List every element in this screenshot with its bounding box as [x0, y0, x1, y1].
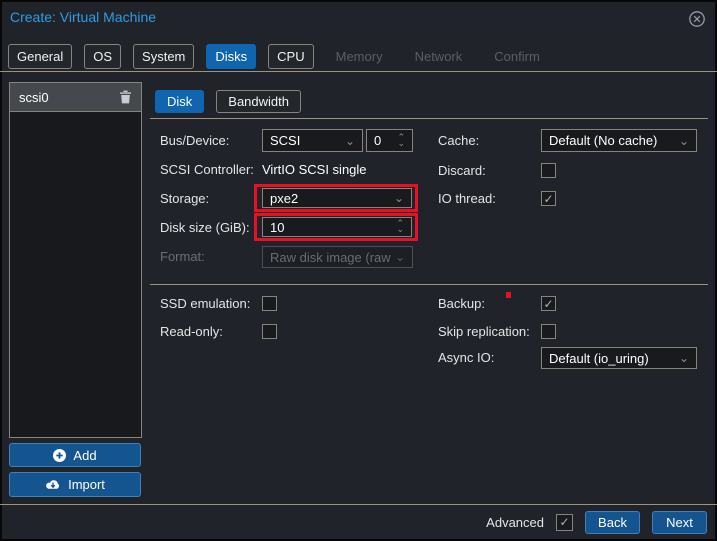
backup-checkbox[interactable]: ✓	[541, 296, 556, 311]
subtab-separator	[150, 118, 708, 119]
dialog-title: Create: Virtual Machine	[10, 9, 156, 25]
cache-combo[interactable]: Default (No cache) ⌄	[541, 129, 697, 152]
cache-label: Cache:	[438, 130, 479, 152]
read-only-checkbox[interactable]	[262, 324, 277, 339]
ssd-emulation-label: SSD emulation:	[160, 293, 250, 315]
disk-size-stepper[interactable]: 10 ⌃⌄	[262, 217, 412, 237]
async-io-combo[interactable]: Default (io_uring) ⌄	[541, 347, 697, 369]
read-only-label: Read-only:	[160, 321, 223, 343]
chevron-down-icon: ⌄	[395, 252, 405, 262]
tab-system[interactable]: System	[133, 44, 194, 69]
ssd-emulation-checkbox[interactable]	[262, 296, 277, 311]
add-disk-button[interactable]: Add	[9, 443, 141, 467]
chevron-down-icon: ⌄	[679, 353, 689, 363]
back-button[interactable]: Back	[585, 511, 640, 534]
tab-memory: Memory	[326, 45, 393, 68]
tab-network: Network	[405, 45, 473, 68]
chevron-down-icon: ⌄	[679, 136, 689, 146]
tab-os[interactable]: OS	[84, 44, 121, 69]
import-button-label: Import	[68, 477, 105, 492]
bus-device-label: Bus/Device:	[160, 130, 229, 152]
footer-bar: Advanced ✓ Back Next	[486, 510, 707, 534]
tab-disks[interactable]: Disks	[206, 44, 256, 69]
io-thread-checkbox[interactable]: ✓	[541, 191, 556, 206]
disk-size-label: Disk size (GiB):	[160, 217, 250, 239]
trash-icon[interactable]	[119, 90, 132, 104]
tab-confirm: Confirm	[484, 45, 550, 68]
tab-cpu[interactable]: CPU	[268, 44, 313, 69]
tab-general[interactable]: General	[8, 44, 72, 69]
plus-circle-icon	[53, 449, 66, 462]
bus-combo[interactable]: SCSI ⌄	[262, 129, 363, 152]
header-separator	[0, 71, 717, 72]
disk-item-label: scsi0	[19, 90, 49, 105]
chevron-down-icon: ⌄	[345, 136, 355, 146]
discard-label: Discard:	[438, 160, 486, 182]
scsi-controller-value: VirtIO SCSI single	[262, 159, 367, 181]
backup-label: Backup:	[438, 293, 485, 315]
cloud-import-icon	[45, 479, 61, 491]
tab-bandwidth[interactable]: Bandwidth	[216, 90, 301, 113]
disk-list-panel: scsi0	[9, 82, 142, 438]
format-label: Format:	[160, 246, 205, 268]
dirty-field-marker	[506, 292, 511, 298]
spinner-arrows-icon: ⌃⌄	[397, 135, 405, 147]
discard-checkbox[interactable]	[541, 163, 556, 178]
import-disk-button[interactable]: Import	[9, 472, 141, 497]
tab-disk[interactable]: Disk	[155, 90, 204, 113]
async-io-label: Async IO:	[438, 347, 494, 369]
next-button[interactable]: Next	[652, 511, 707, 534]
format-combo: Raw disk image (raw ⌄	[262, 246, 413, 268]
skip-replication-label: Skip replication:	[438, 321, 530, 343]
disk-list-item-scsi0[interactable]: scsi0	[10, 83, 141, 112]
disk-sub-tabs: Disk Bandwidth	[155, 90, 301, 113]
add-button-label: Add	[73, 448, 96, 463]
storage-label: Storage:	[160, 188, 209, 210]
skip-replication-checkbox[interactable]	[541, 324, 556, 339]
form-separator	[150, 284, 708, 285]
scsi-controller-label: SCSI Controller:	[160, 159, 254, 181]
advanced-checkbox[interactable]: ✓	[556, 514, 573, 531]
footer-separator	[0, 504, 717, 505]
close-icon[interactable]	[688, 10, 706, 28]
device-number-stepper[interactable]: 0 ⌃⌄	[366, 129, 413, 152]
wizard-tab-bar: General OS System Disks CPU Memory Netwo…	[8, 43, 550, 69]
chevron-down-icon: ⌄	[394, 193, 404, 203]
spinner-arrows-icon: ⌃⌄	[396, 221, 404, 233]
storage-combo[interactable]: pxe2 ⌄	[262, 188, 412, 208]
advanced-label: Advanced	[486, 515, 544, 530]
io-thread-label: IO thread:	[438, 188, 496, 210]
